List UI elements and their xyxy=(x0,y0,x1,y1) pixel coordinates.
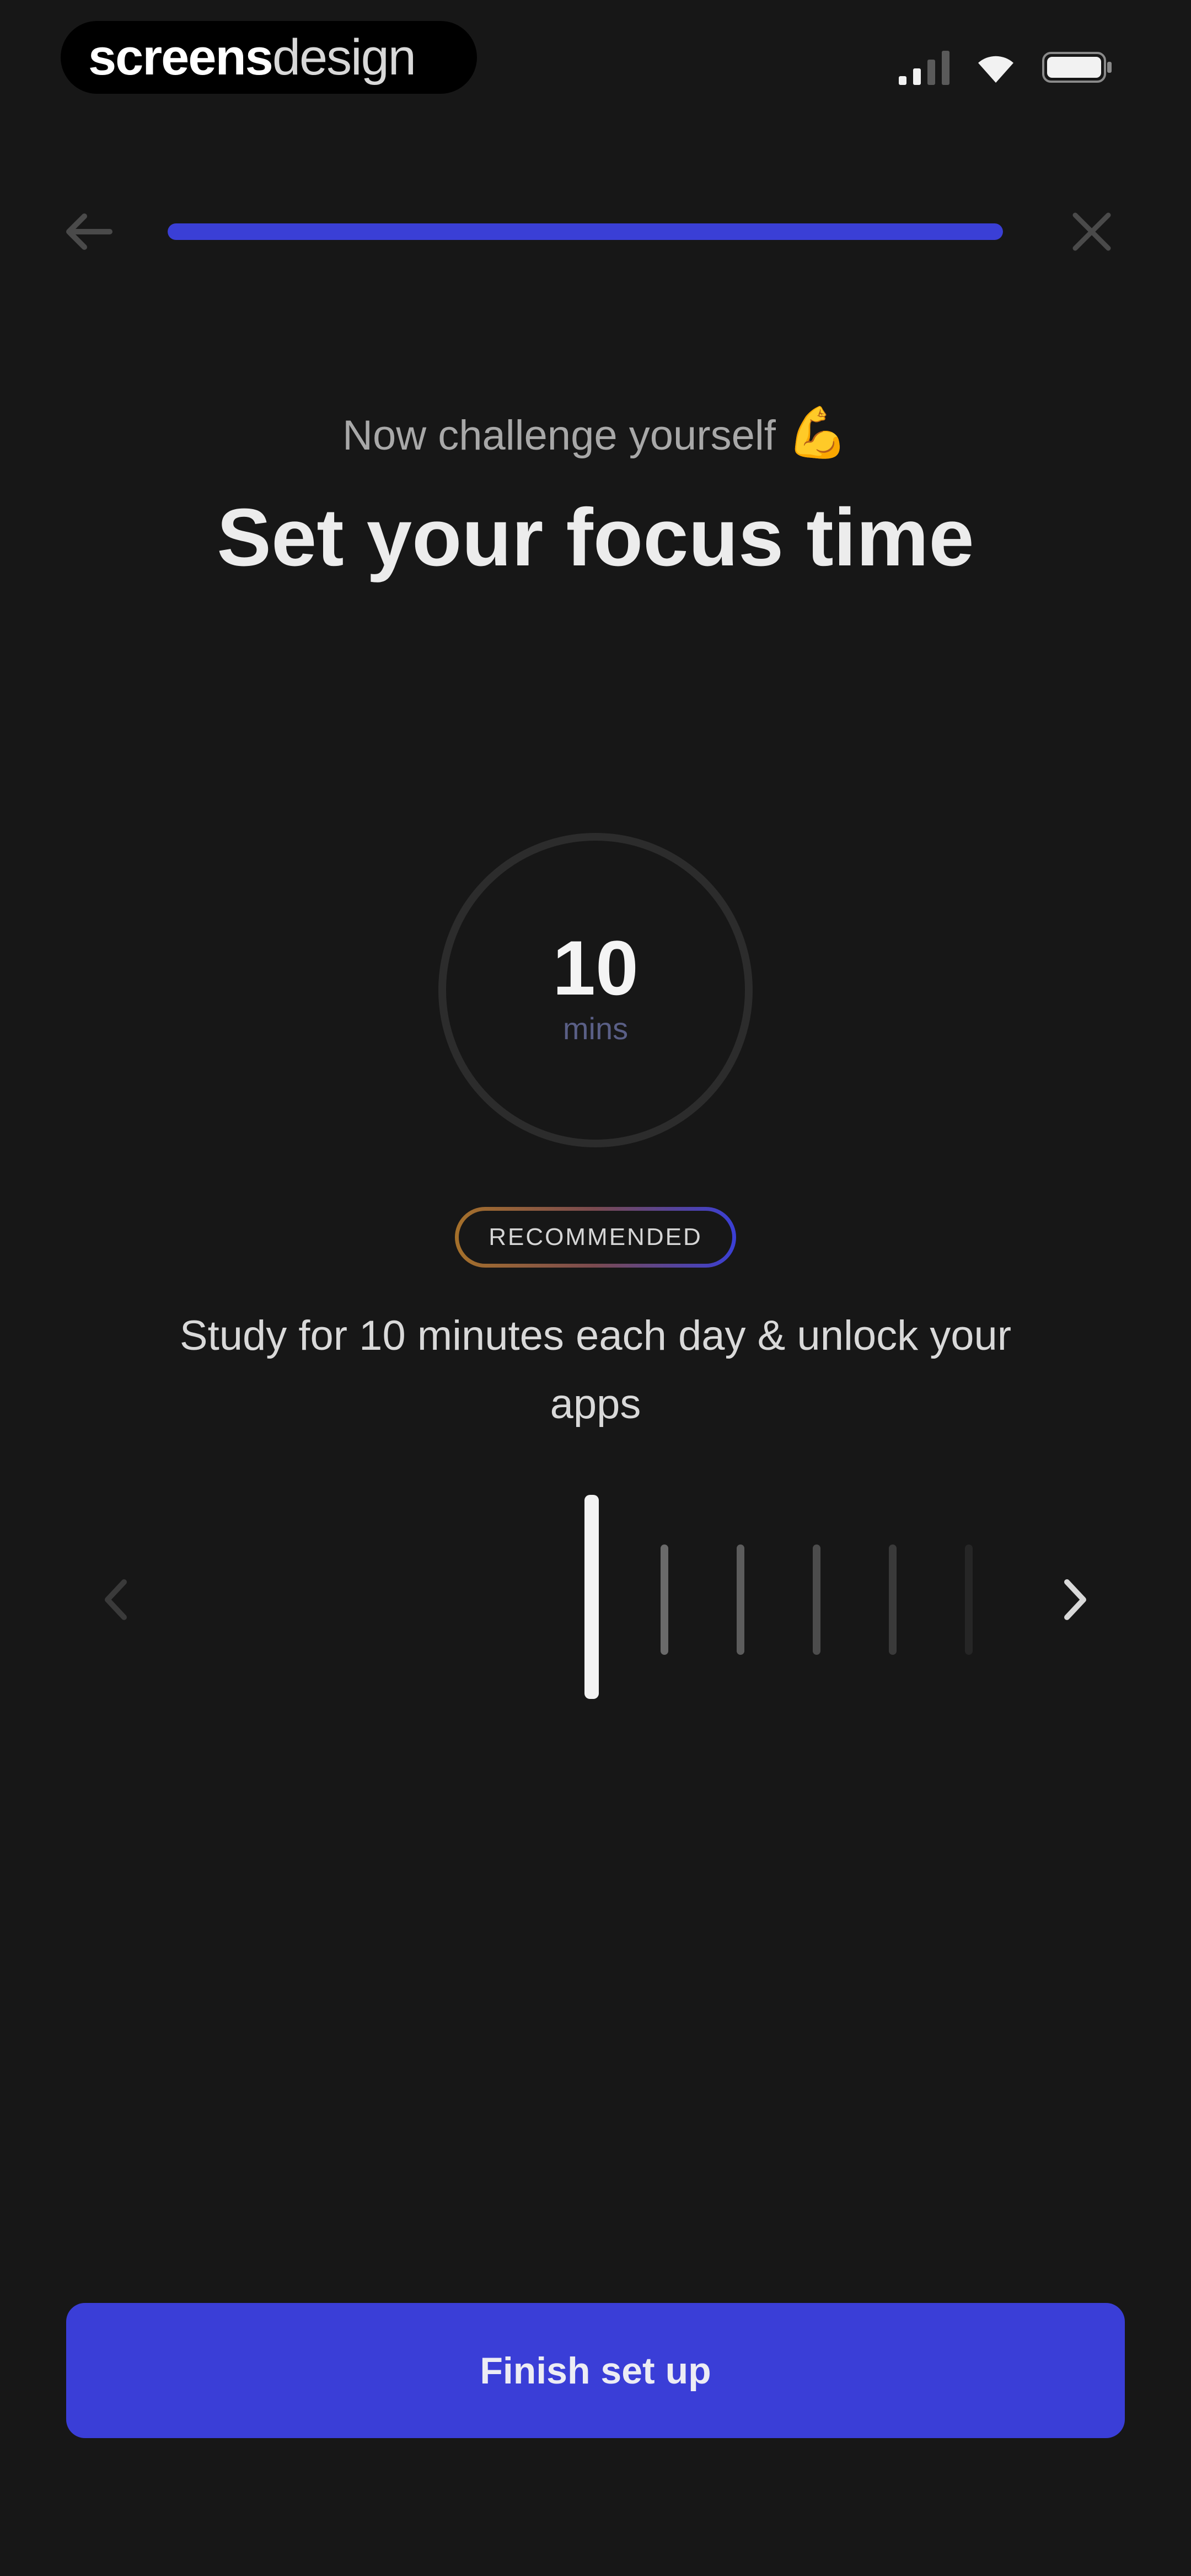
page-title: Set your focus time xyxy=(217,492,974,583)
slider-tick xyxy=(737,1544,744,1655)
focus-description: Study for 10 minutes each day & unlock y… xyxy=(179,1312,1012,1428)
brand-logo-bold: screens xyxy=(88,29,273,85)
slider-prev-button[interactable] xyxy=(88,1567,143,1633)
progress-bar-fill xyxy=(168,223,1003,240)
flexed-bicep-icon: 💪 xyxy=(786,405,849,461)
recommended-badge: RECOMMENDED xyxy=(455,1207,736,1268)
focus-time-slider[interactable] xyxy=(573,1495,1015,1704)
slider-next-button[interactable] xyxy=(1048,1567,1103,1633)
chevron-right-icon xyxy=(1064,1579,1086,1620)
finish-setup-button[interactable]: Finish set up xyxy=(66,2303,1125,2438)
recommended-badge-label: RECOMMENDED xyxy=(459,1211,732,1264)
subtitle-text: Now challenge yourself xyxy=(342,412,776,459)
focus-time-screen: screens design Now challenge yourself 💪 Se… xyxy=(0,0,1191,2576)
slider-tick-selected xyxy=(584,1495,599,1699)
back-button[interactable] xyxy=(55,199,121,265)
wifi-icon xyxy=(978,56,1013,83)
close-button[interactable] xyxy=(1059,199,1125,265)
brand-logo: screens design xyxy=(61,21,477,94)
focus-time-unit: mins xyxy=(562,1011,629,1046)
close-icon xyxy=(1072,212,1111,251)
focus-time-value: 10 xyxy=(552,924,639,1011)
slider-tick xyxy=(661,1544,668,1655)
battery-icon xyxy=(1042,52,1112,83)
slider-tick xyxy=(813,1544,820,1655)
subtitle: Now challenge yourself 💪 xyxy=(0,403,1191,466)
slider-tick xyxy=(965,1544,973,1655)
arrow-left-icon xyxy=(66,213,112,250)
progress-bar xyxy=(168,223,1003,240)
slider-tick xyxy=(889,1544,897,1655)
signal-icon xyxy=(899,51,949,85)
chevron-left-icon xyxy=(105,1579,127,1620)
focus-time-dial: 10 mins xyxy=(438,833,753,1147)
brand-logo-light: design xyxy=(272,29,416,85)
